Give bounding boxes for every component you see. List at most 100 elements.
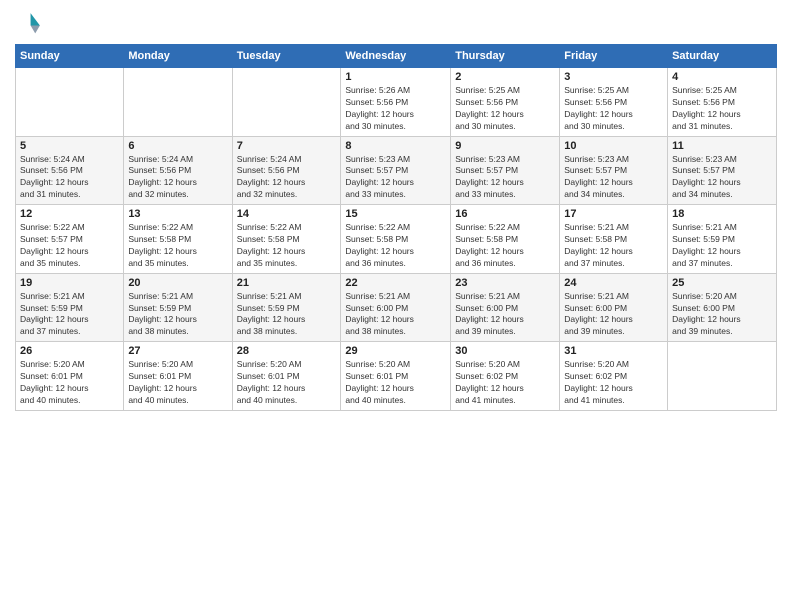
- calendar-cell: [232, 68, 341, 137]
- calendar-cell: 5 Sunrise: 5:24 AMSunset: 5:56 PMDaylight…: [16, 136, 124, 205]
- day-info: Sunrise: 5:20 AMSunset: 6:01 PMDaylight:…: [345, 359, 446, 407]
- calendar-cell: 18 Sunrise: 5:21 AMSunset: 5:59 PMDayligh…: [668, 205, 777, 274]
- calendar-cell: 9 Sunrise: 5:23 AMSunset: 5:57 PMDaylight…: [451, 136, 560, 205]
- calendar-cell: 4Sunrise: 5:25 AMSunset: 5:56 PMDaylight…: [668, 68, 777, 137]
- day-info: Sunrise: 5:23 AMSunset: 5:57 PMDaylight:…: [455, 154, 555, 202]
- day-number: 9: [455, 140, 555, 152]
- calendar-week-5: 26 Sunrise: 5:20 AMSunset: 6:01 PMDayligh…: [16, 342, 777, 411]
- weekday-header-thursday: Thursday: [451, 45, 560, 68]
- day-info: Sunrise: 5:22 AMSunset: 5:57 PMDaylight:…: [20, 222, 119, 270]
- calendar-cell: 8 Sunrise: 5:23 AMSunset: 5:57 PMDaylight…: [341, 136, 451, 205]
- calendar-week-3: 12Sunrise: 5:22 AMSunset: 5:57 PMDayligh…: [16, 205, 777, 274]
- day-number: 23: [455, 277, 555, 289]
- calendar-cell: 3 Sunrise: 5:25 AMSunset: 5:56 PMDaylight…: [560, 68, 668, 137]
- day-number: 2: [455, 71, 555, 83]
- calendar-cell: 31Sunrise: 5:20 AMSunset: 6:02 PMDayligh…: [560, 342, 668, 411]
- day-info: Sunrise: 5:22 AMSunset: 5:58 PMDaylight:…: [455, 222, 555, 270]
- calendar-cell: 22 Sunrise: 5:21 AMSunset: 6:00 PMDayligh…: [341, 273, 451, 342]
- calendar-cell: 11 Sunrise: 5:23 AMSunset: 5:57 PMDayligh…: [668, 136, 777, 205]
- day-number: 15: [345, 208, 446, 220]
- day-info: Sunrise: 5:20 AMSunset: 6:00 PMDaylight:…: [672, 291, 772, 339]
- day-number: 24: [564, 277, 663, 289]
- day-info: Sunrise: 5:21 AMSunset: 5:59 PMDaylight:…: [237, 291, 337, 339]
- day-info: Sunrise: 5:20 AMSunset: 6:01 PMDaylight:…: [237, 359, 337, 407]
- calendar-cell: 26 Sunrise: 5:20 AMSunset: 6:01 PMDayligh…: [16, 342, 124, 411]
- day-number: 20: [128, 277, 227, 289]
- calendar-cell: 30 Sunrise: 5:20 AMSunset: 6:02 PMDayligh…: [451, 342, 560, 411]
- day-number: 28: [237, 345, 337, 357]
- day-info: Sunrise: 5:24 AMSunset: 5:56 PMDaylight:…: [128, 154, 227, 202]
- calendar-week-4: 19Sunrise: 5:21 AMSunset: 5:59 PMDayligh…: [16, 273, 777, 342]
- day-info: Sunrise: 5:26 AMSunset: 5:56 PMDaylight:…: [345, 85, 446, 133]
- day-info: Sunrise: 5:23 AMSunset: 5:57 PMDaylight:…: [345, 154, 446, 202]
- day-number: 13: [128, 208, 227, 220]
- calendar-cell: 14Sunrise: 5:22 AMSunset: 5:58 PMDayligh…: [232, 205, 341, 274]
- calendar-cell: 16Sunrise: 5:22 AMSunset: 5:58 PMDayligh…: [451, 205, 560, 274]
- day-info: Sunrise: 5:23 AMSunset: 5:57 PMDaylight:…: [672, 154, 772, 202]
- day-info: Sunrise: 5:21 AMSunset: 5:59 PMDaylight:…: [128, 291, 227, 339]
- calendar-cell: 7 Sunrise: 5:24 AMSunset: 5:56 PMDaylight…: [232, 136, 341, 205]
- weekday-row: SundayMondayTuesdayWednesdayThursdayFrid…: [16, 45, 777, 68]
- calendar-cell: 13 Sunrise: 5:22 AMSunset: 5:58 PMDayligh…: [124, 205, 232, 274]
- calendar-cell: 15 Sunrise: 5:22 AMSunset: 5:58 PMDayligh…: [341, 205, 451, 274]
- day-number: 1: [345, 71, 446, 83]
- day-number: 29: [345, 345, 446, 357]
- day-info: Sunrise: 5:20 AMSunset: 6:01 PMDaylight:…: [20, 359, 119, 407]
- calendar-cell: 24 Sunrise: 5:21 AMSunset: 6:00 PMDayligh…: [560, 273, 668, 342]
- day-number: 26: [20, 345, 119, 357]
- calendar-cell: 6 Sunrise: 5:24 AMSunset: 5:56 PMDaylight…: [124, 136, 232, 205]
- calendar-cell: 29 Sunrise: 5:20 AMSunset: 6:01 PMDayligh…: [341, 342, 451, 411]
- day-number: 10: [564, 140, 663, 152]
- weekday-header-wednesday: Wednesday: [341, 45, 451, 68]
- day-number: 11: [672, 140, 772, 152]
- day-number: 3: [564, 71, 663, 83]
- calendar-cell: 23 Sunrise: 5:21 AMSunset: 6:00 PMDayligh…: [451, 273, 560, 342]
- day-number: 30: [455, 345, 555, 357]
- day-number: 25: [672, 277, 772, 289]
- logo-icon: [15, 10, 43, 38]
- weekday-header-monday: Monday: [124, 45, 232, 68]
- day-number: 8: [345, 140, 446, 152]
- calendar-cell: 12Sunrise: 5:22 AMSunset: 5:57 PMDayligh…: [16, 205, 124, 274]
- weekday-header-tuesday: Tuesday: [232, 45, 341, 68]
- calendar-cell: 25 Sunrise: 5:20 AMSunset: 6:00 PMDayligh…: [668, 273, 777, 342]
- day-number: 17: [564, 208, 663, 220]
- day-info: Sunrise: 5:24 AMSunset: 5:56 PMDaylight:…: [20, 154, 119, 202]
- day-info: Sunrise: 5:21 AMSunset: 5:59 PMDaylight:…: [672, 222, 772, 270]
- day-info: Sunrise: 5:25 AMSunset: 5:56 PMDaylight:…: [564, 85, 663, 133]
- weekday-header-sunday: Sunday: [16, 45, 124, 68]
- day-info: Sunrise: 5:23 AMSunset: 5:57 PMDaylight:…: [564, 154, 663, 202]
- day-number: 7: [237, 140, 337, 152]
- day-number: 22: [345, 277, 446, 289]
- calendar-cell: 20 Sunrise: 5:21 AMSunset: 5:59 PMDayligh…: [124, 273, 232, 342]
- day-info: Sunrise: 5:20 AMSunset: 6:01 PMDaylight:…: [128, 359, 227, 407]
- day-info: Sunrise: 5:22 AMSunset: 5:58 PMDaylight:…: [345, 222, 446, 270]
- calendar-header: SundayMondayTuesdayWednesdayThursdayFrid…: [16, 45, 777, 68]
- calendar-cell: 21 Sunrise: 5:21 AMSunset: 5:59 PMDayligh…: [232, 273, 341, 342]
- day-info: Sunrise: 5:21 AMSunset: 6:00 PMDaylight:…: [455, 291, 555, 339]
- calendar-cell: [124, 68, 232, 137]
- calendar-week-1: 1 Sunrise: 5:26 AMSunset: 5:56 PMDaylight…: [16, 68, 777, 137]
- header: [15, 10, 777, 38]
- day-number: 6: [128, 140, 227, 152]
- day-number: 14: [237, 208, 337, 220]
- calendar-cell: [668, 342, 777, 411]
- day-info: Sunrise: 5:21 AMSunset: 6:00 PMDaylight:…: [564, 291, 663, 339]
- day-info: Sunrise: 5:20 AMSunset: 6:02 PMDaylight:…: [455, 359, 555, 407]
- day-number: 4: [672, 71, 772, 83]
- day-info: Sunrise: 5:22 AMSunset: 5:58 PMDaylight:…: [128, 222, 227, 270]
- calendar-table: SundayMondayTuesdayWednesdayThursdayFrid…: [15, 44, 777, 411]
- day-number: 5: [20, 140, 119, 152]
- day-info: Sunrise: 5:21 AMSunset: 5:58 PMDaylight:…: [564, 222, 663, 270]
- weekday-header-friday: Friday: [560, 45, 668, 68]
- day-number: 18: [672, 208, 772, 220]
- calendar-body: 1 Sunrise: 5:26 AMSunset: 5:56 PMDaylight…: [16, 68, 777, 411]
- calendar-cell: 17 Sunrise: 5:21 AMSunset: 5:58 PMDayligh…: [560, 205, 668, 274]
- calendar-cell: 1 Sunrise: 5:26 AMSunset: 5:56 PMDaylight…: [341, 68, 451, 137]
- logo: [15, 10, 47, 38]
- calendar-cell: 27Sunrise: 5:20 AMSunset: 6:01 PMDayligh…: [124, 342, 232, 411]
- day-number: 21: [237, 277, 337, 289]
- day-info: Sunrise: 5:21 AMSunset: 6:00 PMDaylight:…: [345, 291, 446, 339]
- day-info: Sunrise: 5:24 AMSunset: 5:56 PMDaylight:…: [237, 154, 337, 202]
- day-number: 31: [564, 345, 663, 357]
